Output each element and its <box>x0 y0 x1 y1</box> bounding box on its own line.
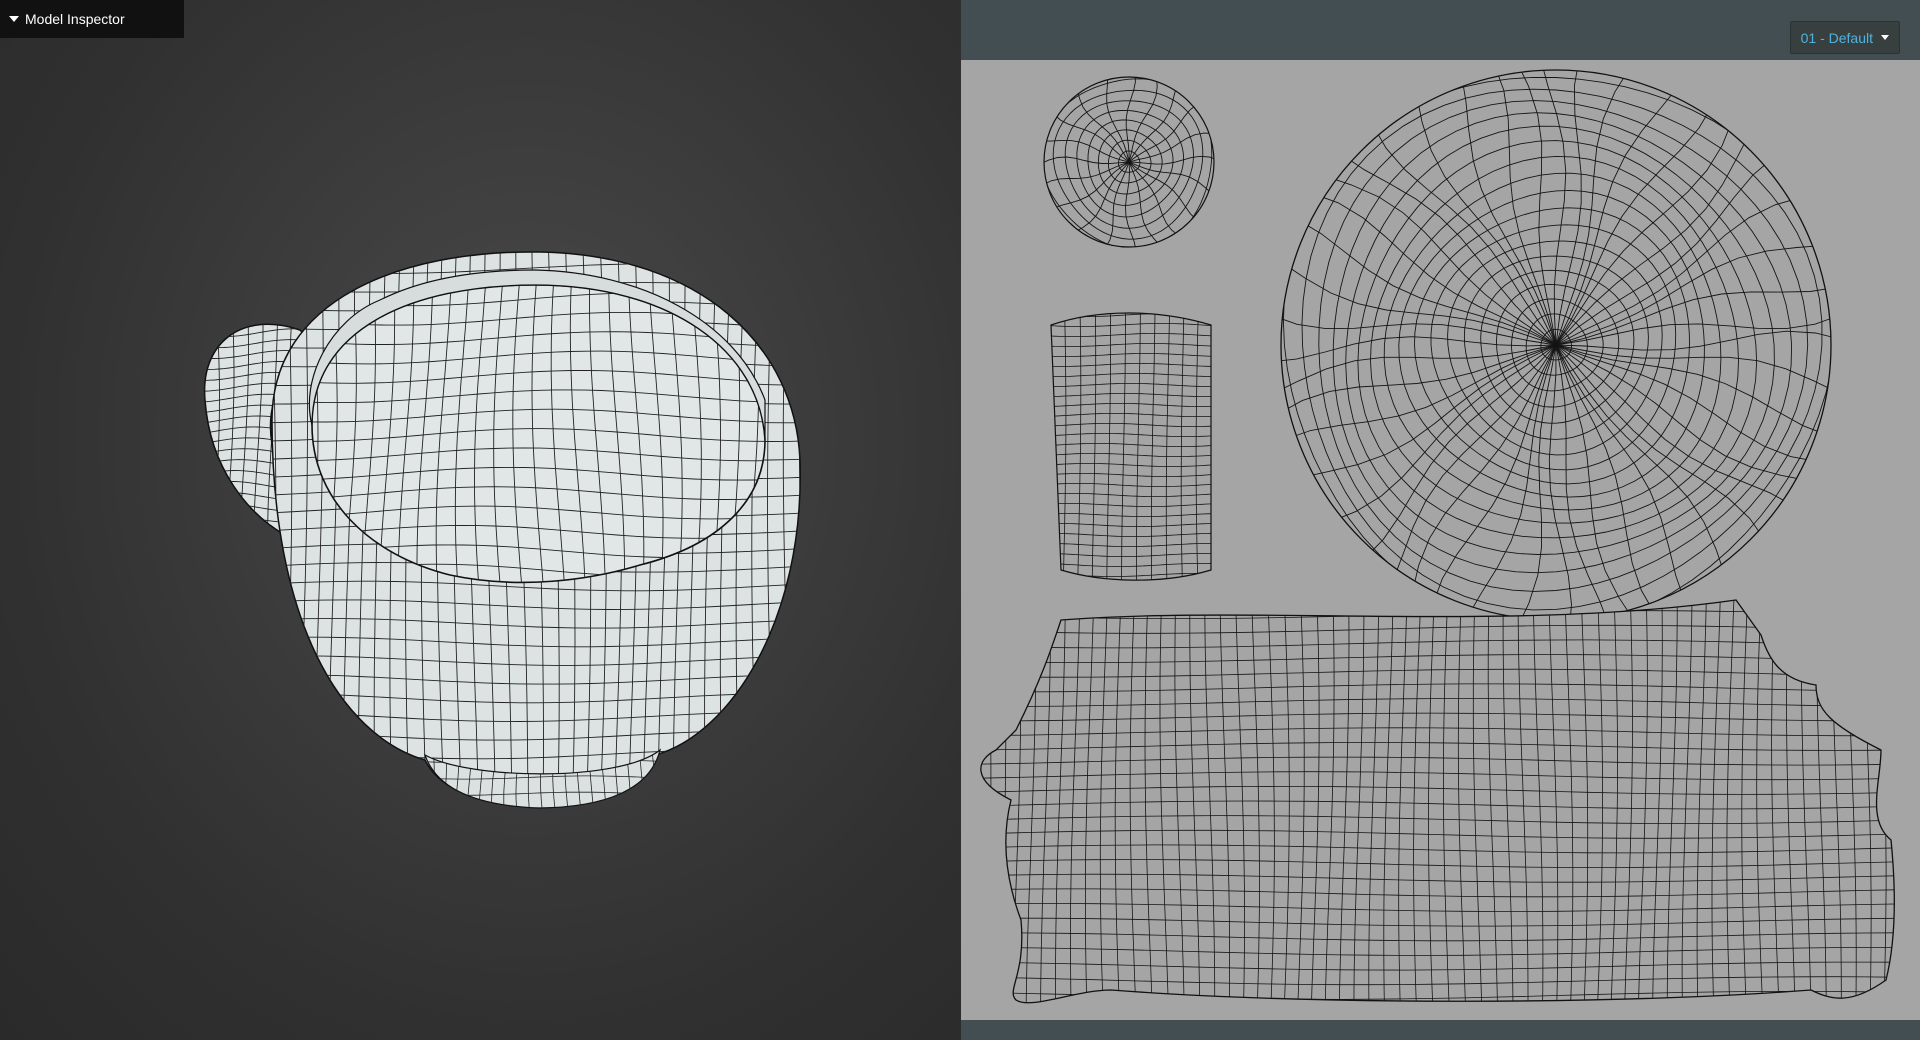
uv-island-large-disc[interactable] <box>1268 60 1845 633</box>
caret-down-icon <box>9 16 19 22</box>
app-window: Model Inspector 01 - Default <box>0 0 1920 1040</box>
uv-islands <box>971 60 1901 1014</box>
uv-island-body-strip[interactable] <box>971 596 1901 1014</box>
material-select[interactable]: 01 - Default <box>1789 21 1900 54</box>
model-inspector-title: Model Inspector <box>25 11 125 27</box>
chevron-down-icon <box>1881 35 1889 40</box>
uv-island-small-disc[interactable] <box>1040 73 1218 251</box>
uv-editor-panel: 01 - Default <box>961 0 1920 1040</box>
uv-canvas[interactable] <box>961 60 1920 1020</box>
uv-statusbar <box>961 1020 1920 1040</box>
3d-viewport[interactable]: Model Inspector <box>0 0 961 1040</box>
uv-island-handle-strip[interactable] <box>1049 303 1213 586</box>
model-inspector-header[interactable]: Model Inspector <box>0 0 184 38</box>
material-select-value: 01 - Default <box>1800 29 1873 46</box>
mug-model[interactable] <box>0 0 961 1040</box>
uv-toolbar: 01 - Default <box>961 0 1920 60</box>
